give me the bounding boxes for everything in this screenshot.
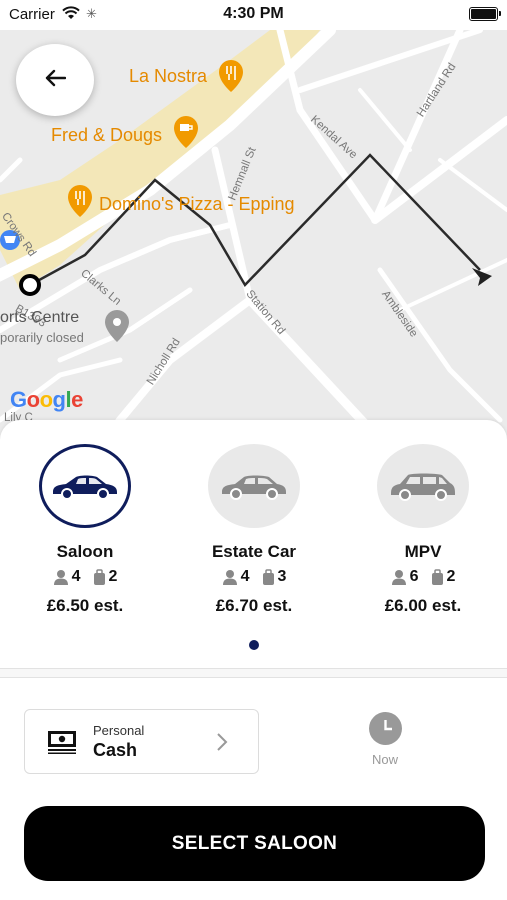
vehicle-price: £6.50 est. <box>46 596 124 615</box>
luggage-count: 3 <box>277 568 287 585</box>
passenger-icon <box>53 570 68 585</box>
payment-method-selector[interactable]: Personal Cash <box>24 709 259 774</box>
sports-centre-label[interactable]: orts Centre <box>0 309 79 327</box>
select-vehicle-button[interactable]: SELECT SALOON <box>24 806 485 881</box>
chevron-right-icon <box>216 732 228 757</box>
passenger-count: 4 <box>240 568 250 585</box>
payment-type-label: Personal <box>93 723 145 738</box>
payment-method-label: Cash <box>93 740 138 760</box>
vehicle-option-saloon[interactable]: Saloon 4 2 £6.50 est. <box>5 444 165 616</box>
clock-icon <box>368 712 402 745</box>
vehicle-capacity: 4 2 <box>5 568 165 586</box>
pickup-time-selector[interactable]: Now <box>355 712 415 767</box>
vehicle-capacity: 4 3 <box>174 568 334 586</box>
status-bar: Carrier ✳ 4:30 PM <box>0 0 507 30</box>
vehicle-icon-circle <box>208 444 300 528</box>
estate-car-icon <box>222 475 286 500</box>
vehicle-icon-circle <box>39 444 131 528</box>
passenger-count: 4 <box>71 568 81 585</box>
luggage-icon <box>431 569 443 585</box>
clock-time: 4:30 PM <box>223 5 284 22</box>
vehicle-name: Saloon <box>56 542 114 561</box>
vehicle-option-mpv[interactable]: MPV 6 2 £6.00 est. <box>343 444 503 616</box>
luggage-icon <box>93 569 105 585</box>
passenger-count: 6 <box>409 568 419 585</box>
poi-la-nostra[interactable]: La Nostra <box>129 66 207 87</box>
saloon-car-icon <box>53 475 117 500</box>
mpv-icon <box>391 473 455 501</box>
sports-centre-status: porarily closed <box>0 330 84 345</box>
arrow-left-icon <box>44 69 67 92</box>
vehicle-price: £6.00 est. <box>384 596 462 615</box>
vehicle-name: Estate Car <box>211 542 297 561</box>
passenger-icon <box>391 570 406 585</box>
passenger-icon <box>222 570 237 585</box>
vehicle-name: MPV <box>404 542 442 561</box>
page-indicator-dot <box>249 640 259 650</box>
luggage-icon <box>262 569 274 585</box>
battery-icon <box>469 7 501 21</box>
poi-fred-and-dougs[interactable]: Fred & Dougs <box>51 125 162 146</box>
google-logo: Google <box>10 387 83 412</box>
vehicle-option-estate-car[interactable]: Estate Car 4 3 £6.70 est. <box>174 444 334 616</box>
booking-sheet: Saloon 4 2 £6.50 est. Estate Car 4 3 £6.… <box>0 420 507 900</box>
cash-icon <box>47 730 77 759</box>
vehicle-capacity: 6 2 <box>343 568 503 586</box>
section-divider <box>0 668 507 678</box>
pickup-time-label: Now <box>371 752 398 767</box>
luggage-count: 2 <box>108 568 118 585</box>
luggage-count: 2 <box>446 568 456 585</box>
vehicle-icon-circle <box>377 444 469 528</box>
back-button[interactable] <box>16 44 94 116</box>
vehicle-price: £6.70 est. <box>215 596 293 615</box>
poi-dominos-pizza[interactable]: Domino's Pizza - Epping <box>99 194 295 215</box>
